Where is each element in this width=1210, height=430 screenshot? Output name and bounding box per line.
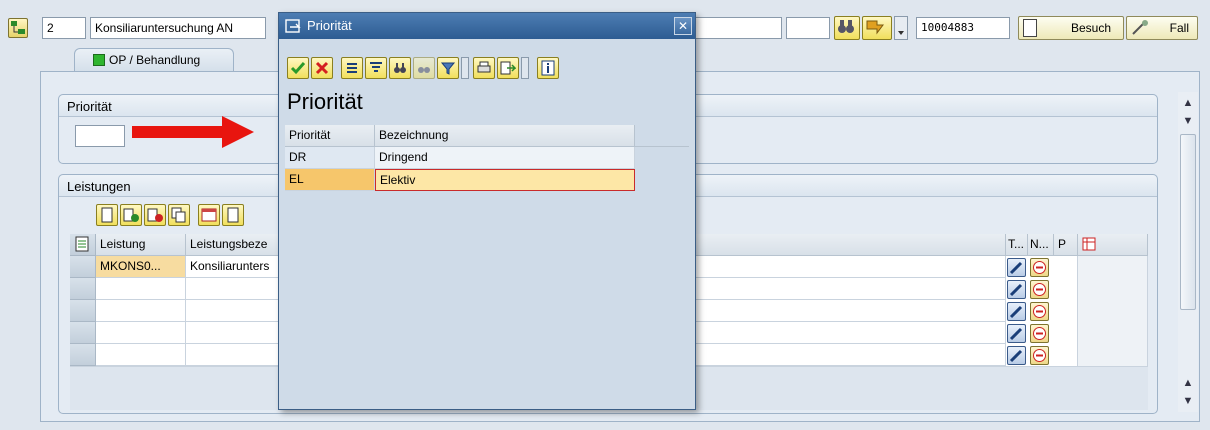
column-header-t[interactable]: T... — [1006, 234, 1028, 256]
column-header-settings[interactable] — [1078, 234, 1148, 256]
scroll-down-icon[interactable]: ▼ — [1179, 392, 1197, 410]
find-next-icon[interactable] — [413, 57, 435, 79]
dialog-cell-text[interactable]: Elektiv — [375, 169, 635, 191]
dialog-cell-code[interactable]: DR — [285, 147, 375, 169]
document-icon — [1023, 19, 1037, 37]
scrollbar[interactable]: ▲ ▼ ▲ ▼ — [1178, 92, 1198, 412]
dialog-cell-text[interactable]: Dringend — [375, 147, 635, 169]
cancel-x-icon[interactable] — [311, 57, 333, 79]
row-selector[interactable] — [70, 278, 96, 300]
dialog-heading: Priorität — [287, 89, 363, 114]
app-icon[interactable] — [8, 18, 28, 38]
dialog-table: Priorität Bezeichnung DR Dringend EL Ele… — [285, 125, 689, 405]
dropdown-arrow-icon[interactable] — [894, 16, 908, 40]
delete-row-icon[interactable] — [144, 204, 166, 226]
edit-icon[interactable] — [1007, 258, 1026, 277]
case-icon — [1130, 18, 1150, 38]
dialog-column-bezeichnung[interactable]: Bezeichnung — [375, 125, 635, 147]
number-field[interactable]: 2 — [42, 17, 86, 39]
patient-id-field[interactable]: 10004883 — [916, 17, 1010, 39]
sort-ascending-icon[interactable] — [341, 57, 363, 79]
scroll-thumb[interactable] — [1180, 134, 1196, 310]
status-green-icon — [93, 54, 105, 66]
document-icon[interactable] — [222, 204, 244, 226]
priority-dialog: Priorität ✕ Priorität Priorität Bezeichn… — [278, 12, 696, 410]
table-settings-icon — [1082, 237, 1096, 251]
case-button-label: Fall — [1169, 21, 1189, 35]
navigate-icon[interactable] — [862, 16, 892, 40]
red-arrow-icon — [132, 116, 254, 148]
dialog-column-prioritaet[interactable]: Priorität — [285, 125, 375, 147]
dialog-title: Priorität — [307, 18, 352, 33]
tab-op-behandlung[interactable]: OP / Behandlung — [74, 48, 234, 72]
column-header-leistung[interactable]: Leistung — [96, 234, 186, 256]
priority-input[interactable] — [75, 125, 125, 147]
tree-icon — [11, 21, 25, 34]
row-selector[interactable] — [70, 344, 96, 366]
row-selector[interactable] — [70, 322, 96, 344]
column-header-p[interactable]: P — [1054, 234, 1078, 256]
dialog-title-bar: Priorität ✕ — [279, 13, 695, 39]
remove-icon[interactable] — [1030, 346, 1049, 365]
services-toolbar — [96, 204, 246, 226]
row-selector[interactable] — [70, 256, 96, 278]
scroll-up-icon[interactable]: ▲ — [1179, 374, 1197, 392]
filter-lines-icon[interactable] — [365, 57, 387, 79]
export-icon[interactable] — [497, 57, 519, 79]
add-row-icon[interactable] — [120, 204, 142, 226]
remove-icon[interactable] — [1030, 324, 1049, 343]
calendar-icon[interactable] — [198, 204, 220, 226]
tab-label: OP / Behandlung — [109, 53, 201, 67]
filter-icon[interactable] — [437, 57, 459, 79]
table-cell-leistung[interactable]: MKONS0... — [96, 256, 186, 278]
edit-icon[interactable] — [1007, 346, 1026, 365]
row-selector[interactable] — [70, 300, 96, 322]
find-icon[interactable] — [389, 57, 411, 79]
remove-icon[interactable] — [1030, 280, 1049, 299]
edit-icon[interactable] — [1007, 324, 1026, 343]
select-all-icon[interactable] — [70, 234, 96, 256]
visit-button[interactable]: Besuch — [1018, 16, 1124, 40]
search-field[interactable] — [694, 17, 782, 39]
table-cell-leistung[interactable] — [96, 278, 186, 300]
dialog-toolbar — [287, 57, 561, 79]
info-icon[interactable] — [537, 57, 559, 79]
title-field[interactable]: Konsiliaruntersuchung AN — [90, 17, 266, 39]
dialog-cell-code[interactable]: EL — [285, 169, 375, 191]
new-document-icon[interactable] — [96, 204, 118, 226]
edit-icon[interactable] — [1007, 280, 1026, 299]
case-button[interactable]: Fall — [1126, 16, 1198, 40]
table-cell-leistung[interactable] — [96, 300, 186, 322]
scroll-up-icon[interactable]: ▲ — [1179, 94, 1197, 112]
close-icon[interactable]: ✕ — [674, 17, 692, 35]
scroll-down-icon[interactable]: ▼ — [1179, 112, 1197, 130]
binoculars-icon[interactable] — [834, 16, 860, 40]
visit-button-label: Besuch — [1070, 21, 1111, 35]
print-icon[interactable] — [473, 57, 495, 79]
column-header-n[interactable]: N... — [1028, 234, 1054, 256]
table-cell-leistung[interactable] — [96, 322, 186, 344]
edit-icon[interactable] — [1007, 302, 1026, 321]
extra-field[interactable] — [786, 17, 830, 39]
table-cell-leistung[interactable] — [96, 344, 186, 366]
remove-icon[interactable] — [1030, 302, 1049, 321]
dialog-window-icon — [285, 18, 301, 34]
copy-icon[interactable] — [168, 204, 190, 226]
confirm-check-icon[interactable] — [287, 57, 309, 79]
remove-icon[interactable] — [1030, 258, 1049, 277]
